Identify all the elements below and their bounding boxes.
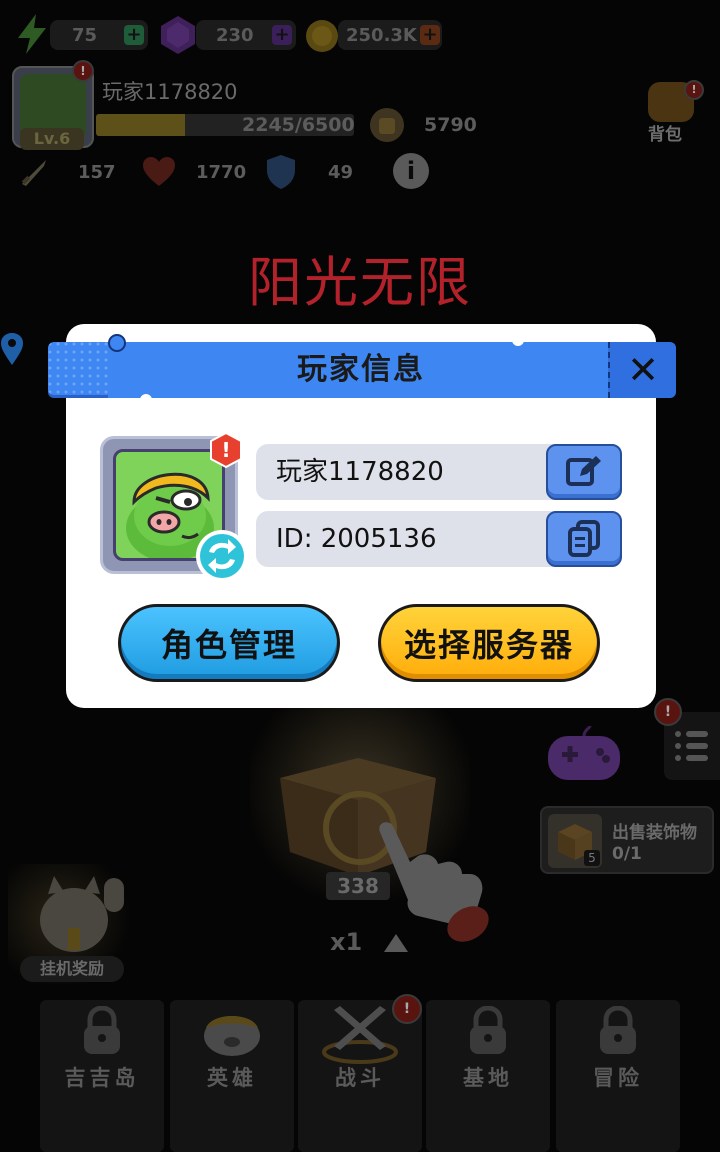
sell-decoration-panel[interactable]: 5 出售装饰物 0/1: [540, 806, 714, 874]
player-id-row: ID: 2005136: [256, 511, 622, 567]
player-name: 玩家1178820: [102, 80, 238, 104]
coin-add-button[interactable]: +: [420, 25, 440, 45]
exp-text: 2245/6500: [242, 114, 355, 136]
backpack-label: 背包: [648, 125, 682, 145]
nav-label: 战斗: [335, 1066, 385, 1090]
menu-alert-badge: !: [654, 698, 682, 726]
level-text: Lv.6: [33, 129, 71, 148]
attack-value: 157: [78, 162, 116, 183]
sell-decoration-progress: 0/1: [612, 844, 642, 864]
nav-label: 基地: [463, 1066, 513, 1090]
select-server-button[interactable]: 选择服务器: [378, 604, 600, 682]
dialog-title: 玩家信息: [297, 352, 425, 387]
decoration-item-icon: 5: [548, 814, 602, 868]
lock-icon: [596, 1005, 640, 1056]
nav-label: 英雄: [207, 1066, 257, 1090]
idle-reward-button[interactable]: 挂机奖励: [8, 864, 136, 984]
player-name-row: 玩家1178820: [256, 444, 622, 500]
role-management-button[interactable]: 角色管理: [118, 604, 340, 682]
decoration-item-count: 5: [584, 850, 600, 866]
edit-icon: [566, 456, 601, 486]
lock-icon: [80, 1005, 124, 1056]
hp-value: 1770: [196, 162, 247, 183]
tap-hand-icon: [366, 812, 496, 942]
lock-icon: [466, 1005, 510, 1056]
close-icon: ✕: [627, 348, 659, 392]
gamepad-icon[interactable]: [546, 725, 622, 782]
heart-icon: [142, 156, 176, 188]
nav-label: 冒险: [593, 1066, 643, 1090]
nav-label: 吉吉岛: [64, 1066, 140, 1090]
hero-pig-icon: [202, 1008, 262, 1058]
server-name-banner: 阳光无限: [248, 251, 472, 314]
multiplier-up-icon[interactable]: [382, 932, 410, 954]
swap-avatar-button[interactable]: [194, 528, 250, 584]
battle-alert-badge: !: [392, 994, 422, 1024]
lucky-cat-icon: [30, 870, 130, 956]
crossed-swords-icon: [320, 1004, 400, 1064]
player-name-value: 玩家1178820: [276, 457, 444, 487]
nav-heroes[interactable]: 英雄: [170, 1000, 294, 1152]
power-value: 5790: [424, 114, 477, 136]
sword-icon: [18, 156, 50, 188]
copy-icon: [568, 520, 600, 557]
avatar-alert-badge: !: [208, 431, 244, 469]
coin-icon: [304, 18, 340, 54]
select-server-label: 选择服务器: [403, 626, 574, 664]
nav-adventure[interactable]: 冒险: [556, 1000, 680, 1152]
edit-name-button[interactable]: [546, 444, 622, 500]
multiplier-text: x1: [330, 928, 363, 956]
info-icon[interactable]: i: [393, 153, 429, 189]
energy-add-button[interactable]: +: [124, 25, 144, 45]
nav-base[interactable]: 基地: [426, 1000, 550, 1152]
level-badge: Lv.6: [20, 128, 84, 150]
player-id-value: ID: 2005136: [276, 524, 437, 554]
idle-reward-label: 挂机奖励: [20, 956, 124, 982]
alert-mark: !: [221, 438, 231, 462]
role-management-label: 角色管理: [160, 626, 297, 664]
energy-icon: [14, 12, 50, 56]
exp-bar-fill: [96, 114, 185, 136]
copy-id-button[interactable]: [546, 511, 622, 567]
location-pin-icon[interactable]: [0, 332, 24, 366]
gem-value: 230: [216, 24, 254, 46]
nav-jiji-island[interactable]: 吉吉岛: [40, 1000, 164, 1152]
avatar-alert-badge: !: [72, 60, 94, 82]
shield-icon: [266, 154, 296, 190]
defense-value: 49: [328, 162, 354, 183]
backpack-alert-badge: !: [684, 80, 704, 100]
power-icon: [368, 106, 406, 144]
energy-value: 75: [72, 24, 98, 46]
dialog-close-button[interactable]: ✕: [608, 342, 676, 398]
gem-add-button[interactable]: +: [272, 25, 292, 45]
sell-decoration-title: 出售装饰物: [612, 823, 697, 843]
gem-icon: [158, 14, 198, 56]
coin-value: 250.3K: [346, 24, 417, 46]
